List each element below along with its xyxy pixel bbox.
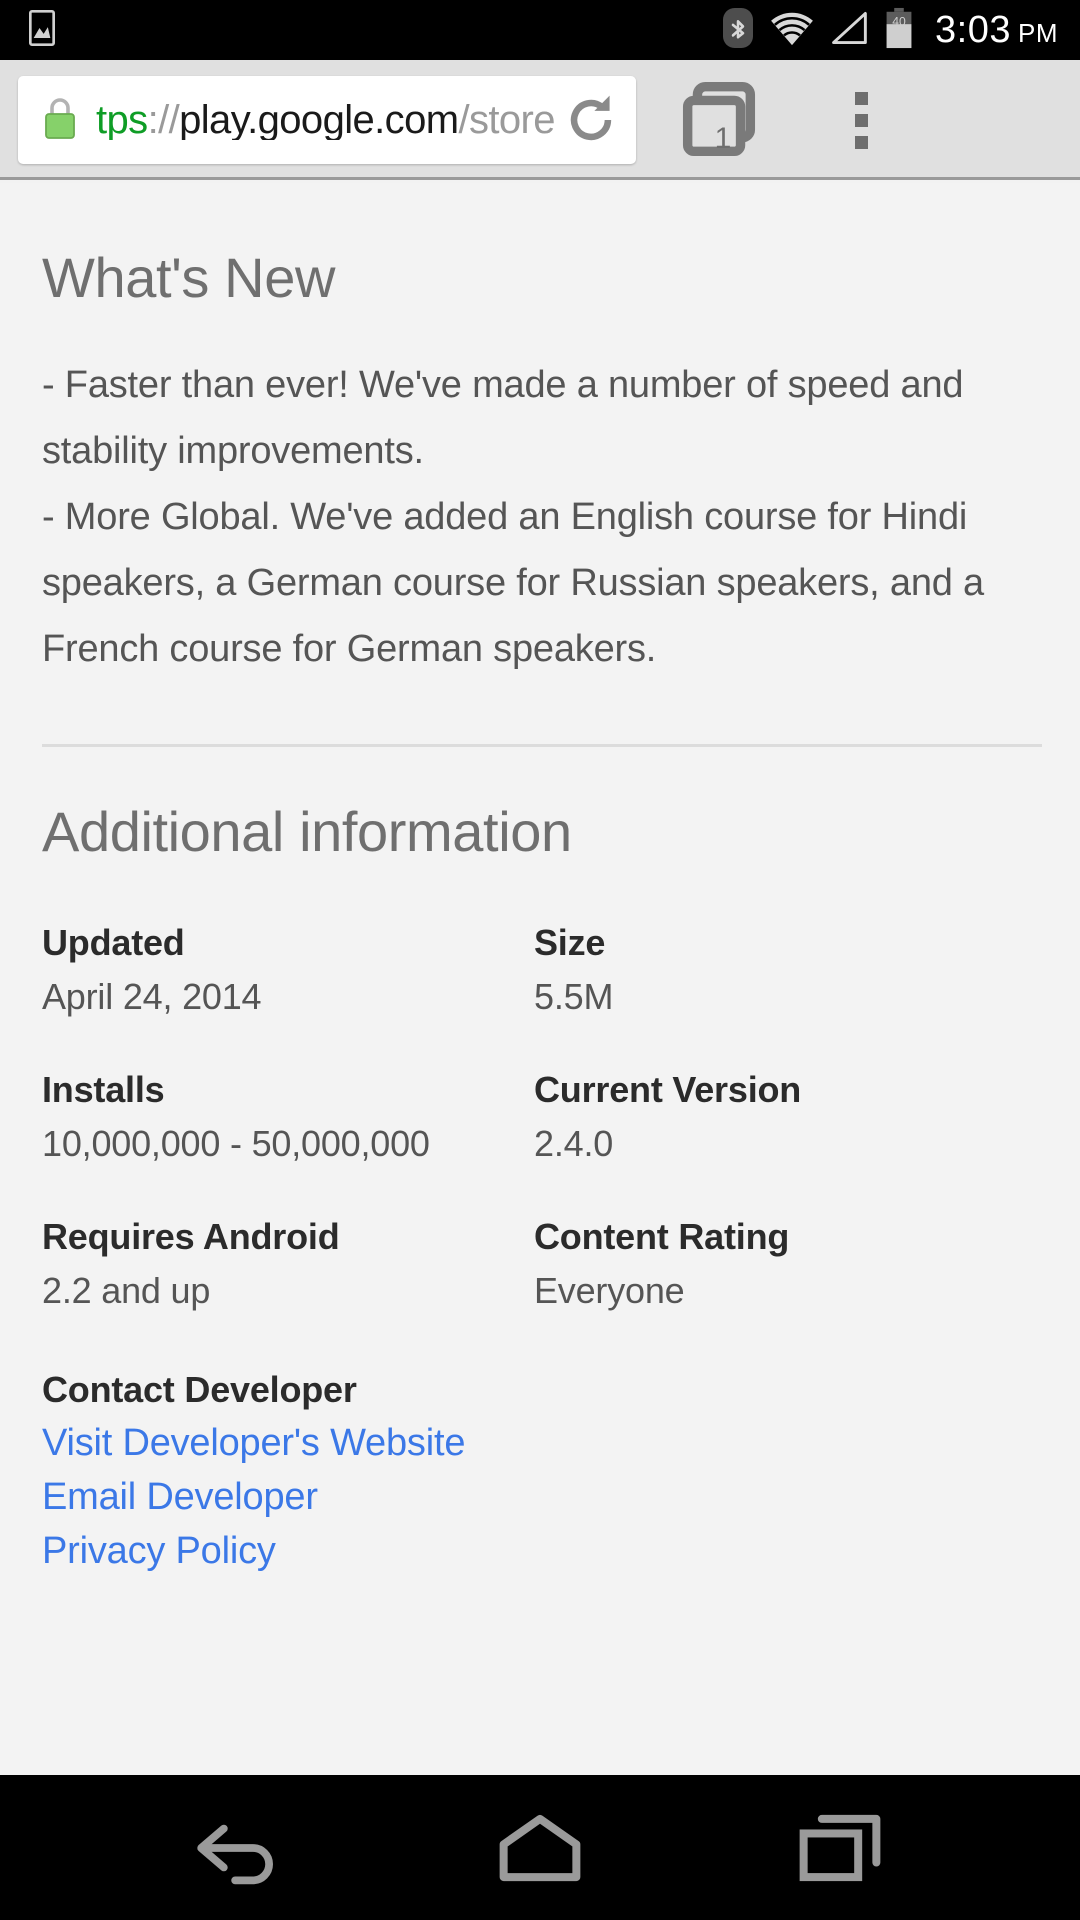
info-value-updated: April 24, 2014	[42, 976, 262, 1017]
info-value-requires-android: 2.2 and up	[42, 1270, 211, 1311]
additional-information-grid: Updated April 24, 2014 Size 5.5M Install…	[42, 920, 1038, 1361]
clock-time: 3:03	[935, 9, 1011, 51]
status-bar-system-icons: 40 3:03 PM	[721, 7, 1058, 54]
info-label-current-version: Current Version	[534, 1069, 802, 1110]
wifi-icon	[769, 9, 815, 52]
back-button[interactable]	[145, 1775, 335, 1920]
recents-icon	[799, 1814, 881, 1881]
url-host: play.google.com	[179, 100, 459, 140]
info-cell-requires-android: Requires Android 2.2 and up	[42, 1214, 534, 1361]
info-value-installs: 10,000,000 - 50,000,000	[42, 1123, 430, 1164]
battery-icon: 40	[883, 7, 915, 54]
browser-toolbar: tps://play.google.com/store/ 1	[0, 60, 1080, 180]
clock-ampm: PM	[1018, 18, 1058, 48]
recents-button[interactable]	[745, 1775, 935, 1920]
page-content: What's New - Faster than ever! We've mad…	[0, 183, 1080, 1775]
email-developer-link[interactable]: Email Developer	[42, 1476, 1038, 1519]
menu-dot-2	[854, 113, 868, 127]
info-value-current-version: 2.4.0	[534, 1123, 614, 1164]
info-cell-updated: Updated April 24, 2014	[42, 920, 534, 1067]
info-label-size: Size	[534, 922, 606, 963]
additional-information-title: Additional information	[42, 800, 572, 863]
url-scheme: tps	[96, 100, 148, 140]
status-bar-clock: 3:03 PM	[935, 11, 1058, 49]
privacy-policy-link[interactable]: Privacy Policy	[42, 1530, 1038, 1573]
visit-developer-website-link[interactable]: Visit Developer's Website	[42, 1422, 1038, 1465]
lock-icon	[40, 94, 80, 147]
home-button[interactable]	[445, 1775, 635, 1920]
url-path: /store/	[458, 100, 554, 140]
menu-dot-3	[854, 135, 868, 149]
section-divider	[42, 744, 1042, 747]
status-bar: 40 3:03 PM	[0, 0, 1080, 60]
info-value-content-rating: Everyone	[534, 1270, 685, 1311]
url-text: tps://play.google.com/store/	[96, 100, 554, 140]
cellular-signal-icon	[829, 9, 869, 52]
info-label-content-rating: Content Rating	[534, 1216, 790, 1257]
url-bar[interactable]: tps://play.google.com/store/	[18, 76, 636, 164]
contact-developer-section: Contact Developer Visit Developer's Webs…	[42, 1369, 1038, 1573]
tab-switcher-button[interactable]: 1	[664, 70, 774, 170]
info-cell-content-rating: Content Rating Everyone	[534, 1214, 1038, 1361]
overflow-menu-button[interactable]	[816, 70, 906, 170]
menu-dot-1	[854, 91, 868, 105]
reload-icon[interactable]	[560, 89, 622, 151]
info-value-size: 5.5M	[534, 976, 614, 1017]
info-label-updated: Updated	[42, 922, 185, 963]
url-separator: ://	[147, 100, 180, 140]
whats-new-title: What's New	[42, 246, 335, 309]
tab-count-label: 1	[714, 122, 732, 155]
battery-level-text: 40	[892, 14, 906, 28]
image-icon	[22, 8, 62, 53]
info-label-installs: Installs	[42, 1069, 165, 1110]
info-cell-size: Size 5.5M	[534, 920, 1038, 1067]
bluetooth-icon	[721, 7, 755, 53]
contact-developer-heading: Contact Developer	[42, 1369, 357, 1410]
info-label-requires-android: Requires Android	[42, 1216, 340, 1257]
info-cell-current-version: Current Version 2.4.0	[534, 1067, 1038, 1214]
status-bar-notifications	[22, 8, 62, 53]
back-icon	[197, 1824, 273, 1884]
whats-new-body: - Faster than ever! We've made a number …	[42, 364, 984, 670]
system-navigation-bar	[0, 1775, 1080, 1920]
home-icon	[499, 1814, 581, 1881]
info-cell-installs: Installs 10,000,000 - 50,000,000	[42, 1067, 534, 1214]
